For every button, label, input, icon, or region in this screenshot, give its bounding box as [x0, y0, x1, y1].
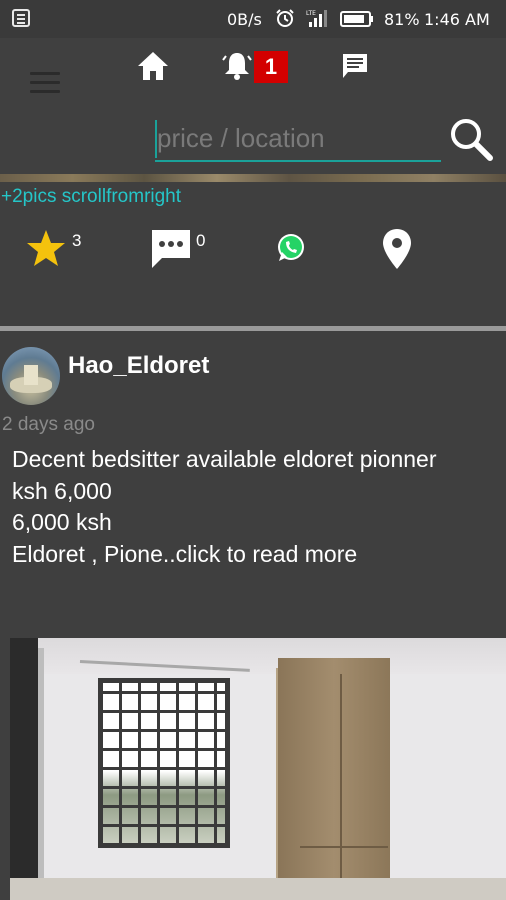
avatar[interactable] [2, 347, 60, 405]
notification-icon [12, 9, 30, 27]
post-line-location: Eldoret , Pione..click to read more [12, 540, 358, 567]
status-bar: 0B/s LTE 81% 1:46 AM [0, 0, 506, 38]
search-icon[interactable] [448, 116, 494, 162]
search-input[interactable] [155, 116, 441, 162]
menu-icon[interactable] [30, 72, 60, 94]
search-caret [155, 120, 157, 158]
wardrobe [278, 658, 390, 900]
home-icon[interactable] [136, 50, 170, 82]
listing-photo[interactable] [10, 638, 506, 900]
notification-count-badge[interactable]: 1 [254, 51, 288, 83]
post-line-price-alt: 6,000 ksh [12, 509, 112, 535]
post-line-title: Decent bedsitter available eldoret pionn… [12, 446, 437, 472]
bell-icon[interactable] [222, 50, 252, 82]
window [98, 678, 230, 848]
post-username[interactable]: Hao_Eldoret [68, 352, 209, 380]
post-line-price: ksh 6,000 [12, 477, 112, 504]
battery-icon [340, 11, 373, 27]
battery-percent: 81% [384, 10, 420, 29]
chat-icon[interactable] [340, 52, 370, 80]
clock: 1:46 AM [424, 10, 490, 29]
signal-icon: LTE [306, 10, 327, 27]
post-description[interactable]: Decent bedsitter available eldoret pionn… [12, 444, 502, 570]
comment-count: 0 [196, 231, 206, 250]
scroll-hint[interactable]: +2pics scrollfromright [1, 186, 181, 208]
image-preview-strip [0, 174, 506, 182]
comment-icon[interactable] [148, 226, 194, 272]
star-icon[interactable] [26, 228, 66, 268]
svg-text:LTE: LTE [306, 10, 316, 17]
section-divider [0, 326, 506, 331]
alarm-icon [276, 9, 294, 27]
star-count: 3 [72, 231, 82, 250]
whatsapp-icon[interactable] [276, 233, 306, 263]
post-timestamp: 2 days ago [2, 414, 95, 435]
location-icon[interactable] [380, 227, 414, 271]
network-speed: 0B/s [227, 10, 262, 29]
